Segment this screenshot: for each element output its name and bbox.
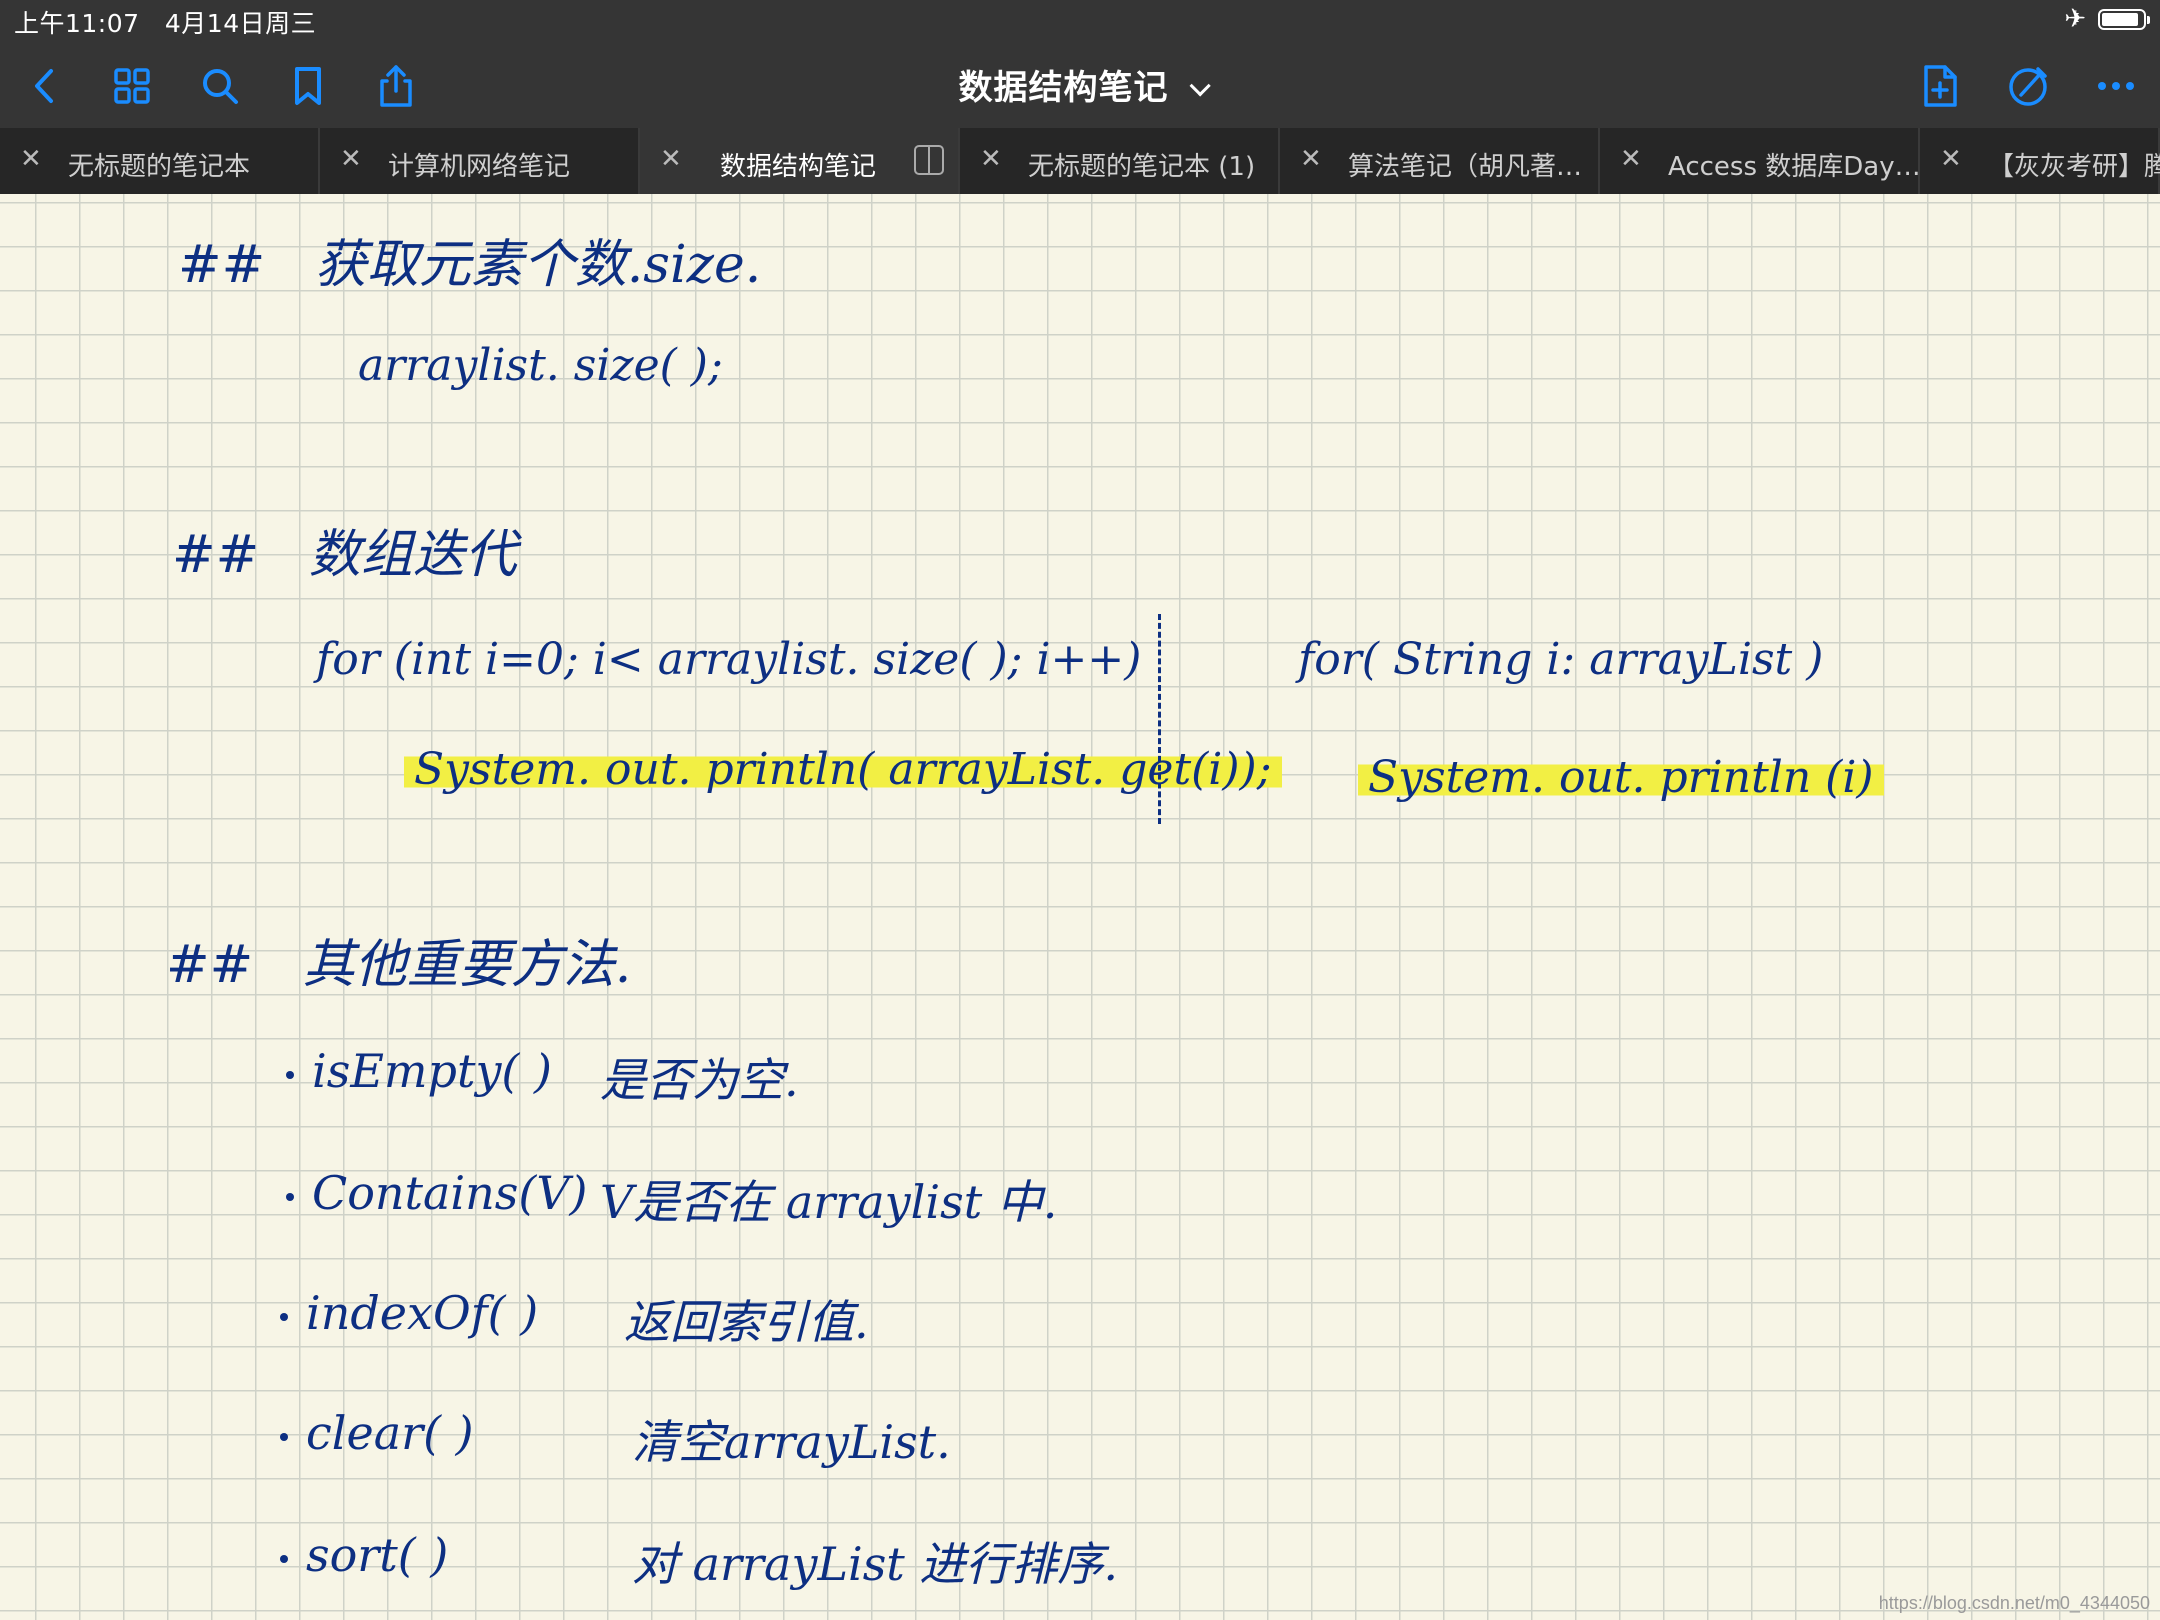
watermark: https://blog.csdn.net/m0_4344050 [1878, 1593, 2150, 1613]
list-item-description: 清空arrayList. [632, 1415, 951, 1469]
bullet-icon [280, 1313, 288, 1321]
tab-network-notes[interactable]: ✕ 计算机网络笔记 [320, 128, 640, 194]
bullet-icon [280, 1555, 288, 1563]
add-page-icon[interactable] [1912, 58, 1968, 114]
battery-icon [2098, 8, 2150, 30]
tab-bar: ✕ 无标题的笔记本 ✕ 计算机网络笔记 ✕ 数据结构笔记 ✕ 无标题的笔记本 (… [0, 128, 2160, 194]
tab-algorithm-notes[interactable]: ✕ 算法笔记（胡凡著… [1280, 128, 1600, 194]
divider [1158, 614, 1161, 824]
code-line: arraylist. size( ); [358, 340, 723, 391]
split-view-icon[interactable] [914, 145, 944, 175]
tab-untitled-notebook[interactable]: ✕ 无标题的笔记本 [0, 128, 320, 194]
status-time: 上午11:07 4月14日周三 [14, 9, 317, 38]
code-line: for( String i: arrayList ) [1298, 634, 1824, 685]
airplane-mode-icon: ✈ [2064, 4, 2086, 34]
list-item-description: 是否为空. [600, 1053, 799, 1107]
close-icon[interactable]: ✕ [1300, 144, 1322, 174]
bullet-icon [286, 1193, 294, 1201]
section-heading: ## 获取元素个数.size. [178, 235, 762, 295]
list-item: clear( ) [280, 1406, 474, 1460]
close-icon[interactable]: ✕ [1620, 144, 1642, 174]
note-page[interactable]: ## 获取元素个数.size. arraylist. size( ); ## 数… [0, 194, 2160, 1620]
close-icon[interactable]: ✕ [1940, 144, 1962, 174]
highlighted-code-line: System. out. println (i) [1358, 752, 1884, 803]
tab-untitled-notebook-1[interactable]: ✕ 无标题的笔记本 (1) [960, 128, 1280, 194]
toolbar: 数据结构笔记 [0, 40, 2160, 128]
list-item-description: 对 arrayList 进行排序. [632, 1537, 1119, 1591]
chevron-down-icon [1189, 75, 1211, 97]
tab-huihui-kaoyan[interactable]: ✕ 【灰灰考研】腾 [1920, 128, 2160, 194]
list-item: indexOf( ) [280, 1286, 538, 1340]
edit-pen-icon[interactable] [2000, 58, 2056, 114]
more-options-icon[interactable] [2088, 58, 2144, 114]
list-item: isEmpty( ) [286, 1044, 552, 1098]
section-heading: ## 数组迭代 [172, 525, 517, 585]
section-heading: ## 其他重要方法. [166, 935, 632, 995]
close-icon[interactable]: ✕ [20, 144, 42, 174]
list-item: sort( ) [280, 1528, 448, 1582]
list-item-description: V是否在 arraylist 中. [600, 1175, 1058, 1229]
code-line: for (int i=0; i< arraylist. size( ); i++… [316, 634, 1142, 685]
list-item: Contains(V) [286, 1166, 587, 1220]
notebook-title[interactable]: 数据结构笔记 [0, 60, 2160, 109]
close-icon[interactable]: ✕ [980, 144, 1002, 174]
tab-data-structure-notes[interactable]: ✕ 数据结构笔记 [640, 128, 960, 194]
list-item-description: 返回索引值. [624, 1295, 869, 1349]
status-bar: 上午11:07 4月14日周三 ✈ [0, 0, 2160, 40]
tab-access-database[interactable]: ✕ Access 数据库Day… [1600, 128, 1921, 194]
bullet-icon [280, 1433, 288, 1441]
bullet-icon [286, 1071, 294, 1079]
close-icon[interactable]: ✕ [340, 144, 362, 174]
highlighted-code-line: System. out. println( arrayList. get(i))… [404, 744, 1282, 795]
close-icon[interactable]: ✕ [660, 144, 682, 174]
